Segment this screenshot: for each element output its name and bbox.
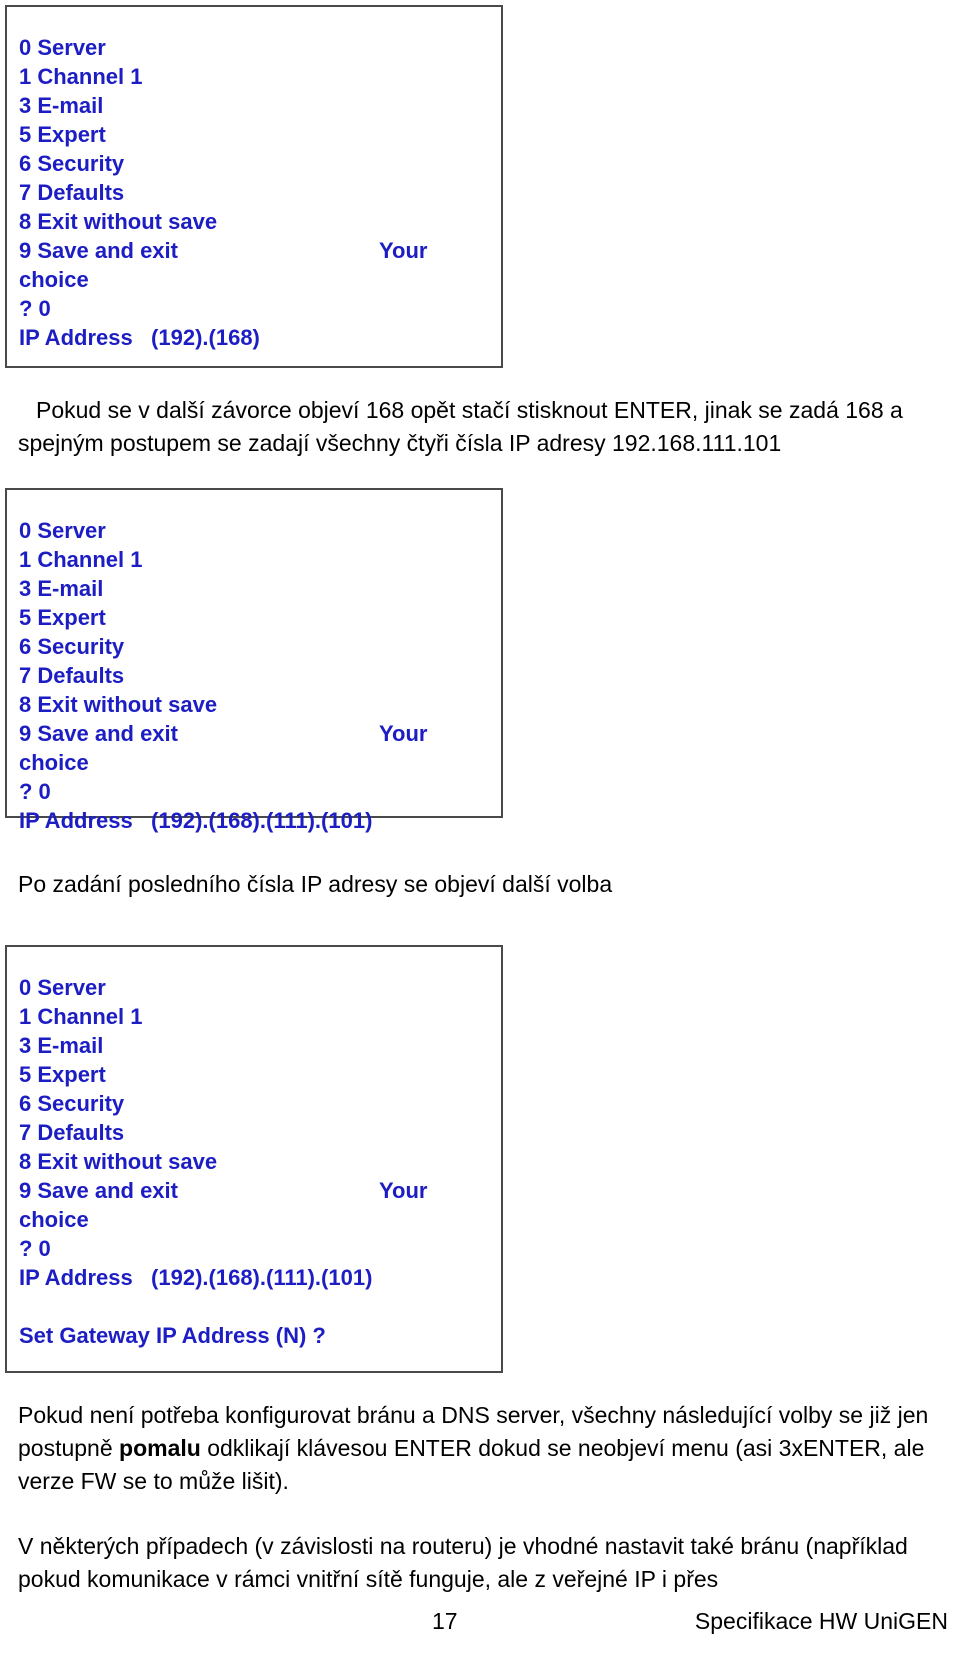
terminal-screenshot-1: 0 Server 1 Channel 1 3 E-mail 5 Expert 6…: [5, 5, 503, 368]
footer-document-title: Specifikace HW UniGEN: [694, 1608, 948, 1634]
menu-item-exit-without-save: 8 Exit without save: [19, 692, 218, 717]
menu-item-defaults: 7 Defaults: [19, 663, 125, 688]
menu-item-server: 0 Server: [19, 35, 106, 60]
gateway-prompt-line: Set Gateway IP Address (N) ?: [19, 1323, 326, 1348]
paragraph-1: Pokud se v další závorce objeví 168 opět…: [18, 397, 903, 456]
prompt-line: ? 0: [19, 779, 51, 804]
terminal-screenshot-3: 0 Server 1 Channel 1 3 E-mail 5 Expert 6…: [5, 945, 503, 1373]
menu-item-security: 6 Security: [19, 634, 125, 659]
document-page: 0 Server 1 Channel 1 3 E-mail 5 Expert 6…: [0, 0, 960, 1660]
ip-address-line: IP Address (192).(168).(111).(101): [19, 1265, 373, 1290]
page-number: 17: [432, 1608, 458, 1634]
prompt-line: ? 0: [19, 1236, 51, 1261]
page-footer: 17 Specifikace HW UniGEN: [0, 1608, 960, 1648]
menu-item-defaults: 7 Defaults: [19, 180, 125, 205]
choice-label: choice: [19, 750, 89, 775]
paragraph-3-emphasis: pomalu: [119, 1435, 201, 1461]
menu-item-server: 0 Server: [19, 518, 106, 543]
menu-item-expert: 5 Expert: [19, 1062, 106, 1087]
ip-address-line: IP Address (192).(168).(111).(101): [19, 808, 373, 833]
menu-item-security: 6 Security: [19, 1091, 125, 1116]
menu-item-email: 3 E-mail: [19, 93, 104, 118]
menu-item-channel: 1 Channel 1: [19, 64, 143, 89]
menu-item-save-and-exit: 9 Save and exit Your: [19, 236, 491, 265]
choice-label: choice: [19, 1207, 89, 1232]
menu-item-expert: 5 Expert: [19, 122, 106, 147]
menu-item-exit-without-save: 8 Exit without save: [19, 209, 218, 234]
menu-item-save-and-exit: 9 Save and exit Your: [19, 1176, 491, 1205]
menu-item-defaults: 7 Defaults: [19, 1120, 125, 1145]
menu-item-email: 3 E-mail: [19, 576, 104, 601]
your-choice-label: Your: [379, 238, 428, 263]
menu-item-expert: 5 Expert: [19, 605, 106, 630]
menu-item-channel: 1 Channel 1: [19, 1004, 143, 1029]
paragraph-2: Po zadání posledního čísla IP adresy se …: [18, 871, 613, 897]
menu-item-save-and-exit: 9 Save and exit Your: [19, 719, 491, 748]
menu-item-save-and-exit-label: 9 Save and exit: [19, 238, 178, 263]
choice-label: choice: [19, 267, 89, 292]
your-choice-label: Your: [379, 1178, 428, 1203]
menu-item-security: 6 Security: [19, 151, 125, 176]
your-choice-label: Your: [379, 721, 428, 746]
menu-item-server: 0 Server: [19, 975, 106, 1000]
menu-item-channel: 1 Channel 1: [19, 547, 143, 572]
menu-item-save-and-exit-label: 9 Save and exit: [19, 1178, 178, 1203]
paragraph-3: Pokud není potřeba konfigurovat bránu a …: [18, 1399, 948, 1498]
ip-address-line: IP Address (192).(168): [19, 325, 260, 350]
paragraph-4: V některých případech (v závislosti na r…: [18, 1533, 908, 1592]
terminal-screenshot-2: 0 Server 1 Channel 1 3 E-mail 5 Expert 6…: [5, 488, 503, 833]
menu-item-email: 3 E-mail: [19, 1033, 104, 1058]
menu-item-save-and-exit-label: 9 Save and exit: [19, 721, 178, 746]
menu-item-exit-without-save: 8 Exit without save: [19, 1149, 218, 1174]
prompt-line: ? 0: [19, 296, 51, 321]
